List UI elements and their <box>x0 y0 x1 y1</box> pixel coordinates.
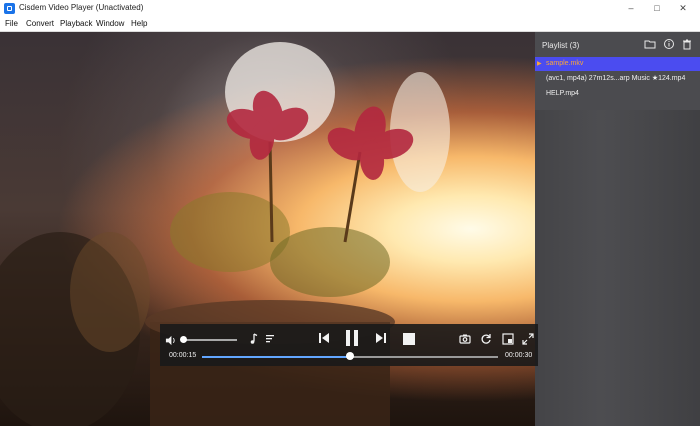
screenshot-icon[interactable] <box>459 332 471 350</box>
window-title: Cisdem Video Player (Unactivated) <box>19 3 144 12</box>
stop-icon[interactable] <box>403 332 415 350</box>
music-note-icon[interactable] <box>248 332 260 350</box>
info-icon[interactable] <box>662 38 676 52</box>
title-bar: Cisdem Video Player (Unactivated) – □ ✕ <box>0 0 700 17</box>
current-time: 00:00:15 <box>169 352 197 359</box>
total-time: 00:00:30 <box>505 352 533 359</box>
volume-slider[interactable] <box>182 339 237 341</box>
menu-window[interactable]: Window <box>96 19 124 28</box>
app-icon <box>4 3 15 14</box>
next-icon[interactable] <box>374 331 388 350</box>
video-canvas[interactable] <box>0 32 535 426</box>
playlist-item-active[interactable]: ▶ sample.mkv <box>535 57 700 71</box>
pause-icon[interactable] <box>344 329 360 352</box>
playlist-item[interactable]: (avc1, mp4a) 27m12s...arp Music ★124.mp4 <box>535 72 700 86</box>
maximize-icon[interactable]: □ <box>644 0 670 17</box>
menu-bar: File Convert Playback Window Help <box>0 17 700 32</box>
trash-icon[interactable] <box>680 38 694 52</box>
close-icon[interactable]: ✕ <box>670 0 696 17</box>
minimize-icon[interactable]: – <box>618 0 644 17</box>
crop-icon[interactable] <box>502 332 514 350</box>
menu-help[interactable]: Help <box>131 19 147 28</box>
playlist-title: Playlist (3) <box>542 41 580 50</box>
seek-knob[interactable] <box>346 352 354 360</box>
volume-icon[interactable] <box>165 333 176 351</box>
control-bar: 00:00:15 00:00:30 <box>160 324 538 366</box>
folder-icon[interactable] <box>643 38 657 52</box>
playlist-item[interactable]: HELP.mp4 <box>535 87 700 101</box>
subtitle-icon[interactable] <box>264 332 276 350</box>
playlist-item-label: sample.mkv <box>546 60 584 67</box>
playlist-panel: Playlist (3) ▶ sample.mkv (avc1, mp4a) 2… <box>535 32 700 426</box>
playing-indicator-icon: ▶ <box>537 61 542 67</box>
fullscreen-icon[interactable] <box>522 332 534 350</box>
seek-progress <box>202 356 350 358</box>
menu-convert[interactable]: Convert <box>26 19 54 28</box>
playlist-item-label: (avc1, mp4a) 27m12s...arp Music ★124.mp4 <box>546 75 686 82</box>
menu-file[interactable]: File <box>5 19 18 28</box>
previous-icon[interactable] <box>317 331 331 350</box>
rotate-icon[interactable] <box>480 332 492 350</box>
menu-playback[interactable]: Playback <box>60 19 92 28</box>
video-frame-image <box>0 42 450 426</box>
playlist-background <box>535 110 700 426</box>
volume-knob[interactable] <box>180 336 188 343</box>
playlist-item-label: HELP.mp4 <box>546 90 579 97</box>
